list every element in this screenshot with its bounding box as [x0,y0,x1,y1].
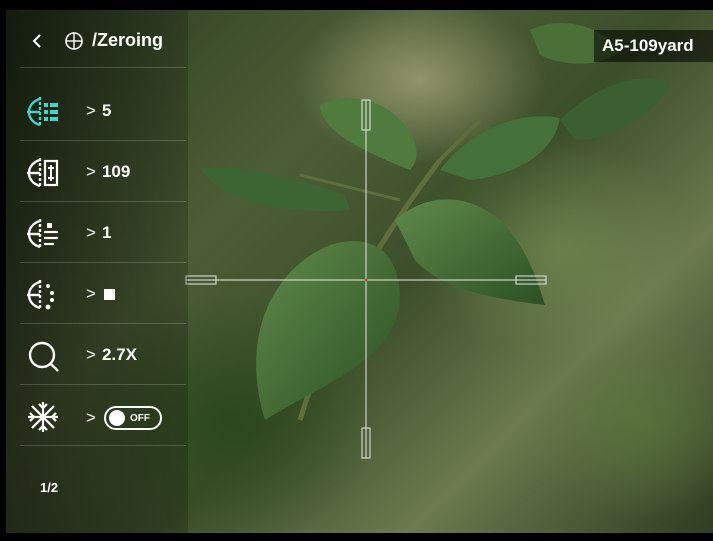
frame-bottom [0,533,713,541]
divider [20,323,186,324]
page-title: /Zeroing [92,30,163,50]
profile-distance-badge: A5-109yard [594,30,713,62]
menu-item-zoom[interactable]: >2.7X [6,326,188,384]
freeze-icon [28,402,58,432]
toggle-label: OFF [129,412,150,424]
menu-item-value: > [86,284,115,304]
menu-item-zeroing-distance[interactable]: >109 [6,143,188,201]
zoom-icon [28,341,59,372]
divider [20,201,186,202]
menu-header: /Zeroing [6,10,188,68]
menu-item-freeze[interactable]: > OFF [6,387,188,445]
menu-item-reticle-style[interactable]: >1 [6,204,188,262]
divider [20,445,186,446]
viewfinder-screen: A5-109yard /Zeroing >5 > 109 > 1 > > 2.7… [0,0,713,541]
zeroing-menu: /Zeroing >5 > 109 > 1 > > 2.7X > OFF 1/2 [6,10,188,533]
menu-item-value: >1 [86,223,112,242]
divider [20,67,186,68]
crosshair-target-icon [65,32,83,50]
reticle-color-icon [27,280,54,310]
frame-top [0,0,713,10]
menu-item-zeroing-profile[interactable]: >5 [6,82,188,140]
menu-item-value: >109 [86,162,131,181]
divider [20,262,186,263]
color-swatch [103,288,115,300]
menu-item-reticle-color[interactable]: > [6,265,188,323]
freeze-toggle[interactable]: OFF [103,406,162,430]
zeroing-profile-icon [27,97,58,127]
divider [20,384,186,385]
reticle-style-icon [27,219,58,249]
chevron-left-icon[interactable] [30,32,44,50]
toggle-knob [108,410,125,426]
divider [20,140,186,141]
zeroing-distance-icon [27,158,59,188]
page-indicator: 1/2 [40,480,59,495]
menu-item-value: > OFF [86,406,162,430]
menu-item-value: >5 [86,101,112,120]
menu-item-value: >2.7X [86,345,137,364]
